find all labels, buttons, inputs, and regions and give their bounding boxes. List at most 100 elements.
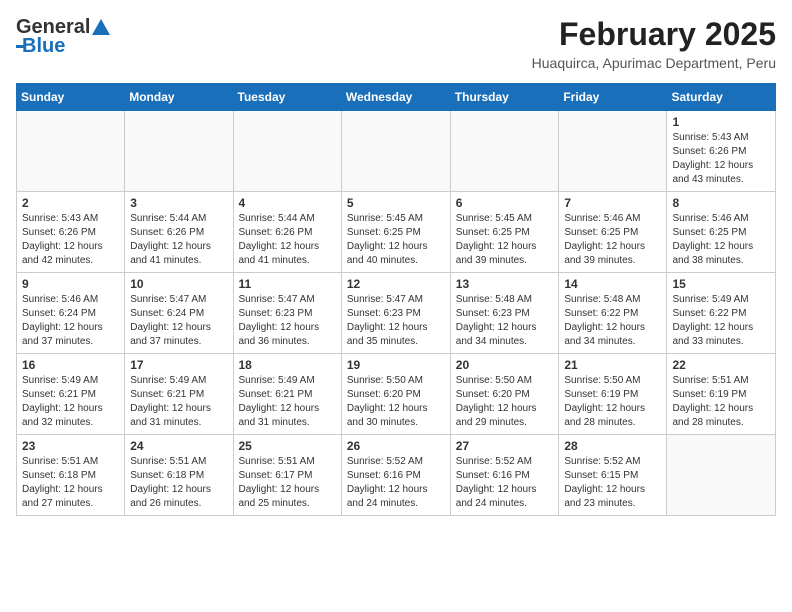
calendar-cell: 28Sunrise: 5:52 AM Sunset: 6:15 PM Dayli… xyxy=(559,435,667,516)
calendar-cell: 15 Sunrise: 5:49 AM Sunset: 6:22 PM Dayli… xyxy=(667,273,776,354)
day-number: 21 xyxy=(564,358,661,372)
calendar-cell: 20 Sunrise: 5:50 AM Sunset: 6:20 PM Dayli… xyxy=(450,354,559,435)
location-subtitle: Huaquirca, Apurimac Department, Peru xyxy=(532,55,776,71)
calendar-cell: 13Sunrise: 5:48 AM Sunset: 6:23 PM Dayli… xyxy=(450,273,559,354)
weekday-header-sunday: Sunday xyxy=(17,84,125,111)
day-info: Sunrise: 5:51 AM Sunset: 6:19 PM Dayligh… xyxy=(672,374,770,430)
calendar-cell: 22 Sunrise: 5:51 AM Sunset: 6:19 PM Dayli… xyxy=(667,354,776,435)
day-info: Sunrise: 5:52 AM Sunset: 6:16 PM Dayligh… xyxy=(347,455,445,511)
day-number: 10 xyxy=(130,277,227,291)
day-number: 5 xyxy=(347,196,445,210)
day-info: Sunrise: 5:48 AM Sunset: 6:22 PM Dayligh… xyxy=(564,293,661,349)
calendar-cell xyxy=(17,111,125,192)
day-info: Sunrise: 5:43 AM Sunset: 6:26 PM Dayligh… xyxy=(672,131,770,187)
day-info: Sunrise: 5:51 AM Sunset: 6:18 PM Dayligh… xyxy=(22,455,119,511)
day-info: Sunrise: 5:50 AM Sunset: 6:19 PM Dayligh… xyxy=(564,374,661,430)
day-number: 18 xyxy=(239,358,336,372)
day-number: 6 xyxy=(456,196,554,210)
weekday-header-wednesday: Wednesday xyxy=(341,84,450,111)
day-number: 7 xyxy=(564,196,661,210)
calendar-cell: 23 Sunrise: 5:51 AM Sunset: 6:18 PM Dayli… xyxy=(17,435,125,516)
day-number: 20 xyxy=(456,358,554,372)
day-number: 26 xyxy=(347,439,445,453)
weekday-header-tuesday: Tuesday xyxy=(233,84,341,111)
calendar-cell: 18 Sunrise: 5:49 AM Sunset: 6:21 PM Dayli… xyxy=(233,354,341,435)
calendar-cell: 7 Sunrise: 5:46 AM Sunset: 6:25 PM Daylig… xyxy=(559,192,667,273)
calendar-cell: 6 Sunrise: 5:45 AM Sunset: 6:25 PM Daylig… xyxy=(450,192,559,273)
calendar-cell: 21 Sunrise: 5:50 AM Sunset: 6:19 PM Dayli… xyxy=(559,354,667,435)
day-number: 9 xyxy=(22,277,119,291)
logo: General Blue xyxy=(16,16,112,58)
calendar-cell: 27Sunrise: 5:52 AM Sunset: 6:16 PM Dayli… xyxy=(450,435,559,516)
day-number: 22 xyxy=(672,358,770,372)
day-number: 12 xyxy=(347,277,445,291)
day-info: Sunrise: 5:51 AM Sunset: 6:18 PM Dayligh… xyxy=(130,455,227,511)
calendar-cell xyxy=(559,111,667,192)
day-info: Sunrise: 5:46 AM Sunset: 6:25 PM Dayligh… xyxy=(672,212,770,268)
day-info: Sunrise: 5:45 AM Sunset: 6:25 PM Dayligh… xyxy=(347,212,445,268)
calendar-cell: 4 Sunrise: 5:44 AM Sunset: 6:26 PM Daylig… xyxy=(233,192,341,273)
calendar-cell: 9 Sunrise: 5:46 AM Sunset: 6:24 PM Daylig… xyxy=(17,273,125,354)
calendar-cell: 11 Sunrise: 5:47 AM Sunset: 6:23 PM Dayli… xyxy=(233,273,341,354)
calendar-cell xyxy=(667,435,776,516)
calendar-cell: 24 Sunrise: 5:51 AM Sunset: 6:18 PM Dayli… xyxy=(125,435,233,516)
title-block: February 2025 Huaquirca, Apurimac Depart… xyxy=(532,16,776,71)
day-info: Sunrise: 5:44 AM Sunset: 6:26 PM Dayligh… xyxy=(239,212,336,268)
day-info: Sunrise: 5:47 AM Sunset: 6:24 PM Dayligh… xyxy=(130,293,227,349)
day-number: 14 xyxy=(564,277,661,291)
calendar-cell: 1 Sunrise: 5:43 AM Sunset: 6:26 PM Daylig… xyxy=(667,111,776,192)
day-number: 15 xyxy=(672,277,770,291)
calendar-cell xyxy=(341,111,450,192)
weekday-header-thursday: Thursday xyxy=(450,84,559,111)
day-info: Sunrise: 5:44 AM Sunset: 6:26 PM Dayligh… xyxy=(130,212,227,268)
calendar-week-5: 23 Sunrise: 5:51 AM Sunset: 6:18 PM Dayli… xyxy=(17,435,776,516)
day-info: Sunrise: 5:50 AM Sunset: 6:20 PM Dayligh… xyxy=(347,374,445,430)
day-number: 2 xyxy=(22,196,119,210)
month-title: February 2025 xyxy=(532,16,776,53)
day-number: 11 xyxy=(239,277,336,291)
day-info: Sunrise: 5:46 AM Sunset: 6:24 PM Dayligh… xyxy=(22,293,119,349)
calendar-cell: 16Sunrise: 5:49 AM Sunset: 6:21 PM Dayli… xyxy=(17,354,125,435)
day-number: 3 xyxy=(130,196,227,210)
day-info: Sunrise: 5:51 AM Sunset: 6:17 PM Dayligh… xyxy=(239,455,336,511)
day-number: 23 xyxy=(22,439,119,453)
calendar-week-2: 2Sunrise: 5:43 AM Sunset: 6:26 PM Daylig… xyxy=(17,192,776,273)
logo-icon xyxy=(90,17,112,39)
calendar-cell xyxy=(450,111,559,192)
day-info: Sunrise: 5:46 AM Sunset: 6:25 PM Dayligh… xyxy=(564,212,661,268)
calendar-week-3: 9 Sunrise: 5:46 AM Sunset: 6:24 PM Daylig… xyxy=(17,273,776,354)
calendar-cell: 17 Sunrise: 5:49 AM Sunset: 6:21 PM Dayli… xyxy=(125,354,233,435)
day-info: Sunrise: 5:47 AM Sunset: 6:23 PM Dayligh… xyxy=(347,293,445,349)
logo-blue: Blue xyxy=(22,35,65,58)
calendar-cell: 8Sunrise: 5:46 AM Sunset: 6:25 PM Daylig… xyxy=(667,192,776,273)
calendar-cell: 14 Sunrise: 5:48 AM Sunset: 6:22 PM Dayli… xyxy=(559,273,667,354)
day-number: 27 xyxy=(456,439,554,453)
day-info: Sunrise: 5:47 AM Sunset: 6:23 PM Dayligh… xyxy=(239,293,336,349)
day-number: 25 xyxy=(239,439,336,453)
calendar-week-4: 16Sunrise: 5:49 AM Sunset: 6:21 PM Dayli… xyxy=(17,354,776,435)
calendar-cell: 12 Sunrise: 5:47 AM Sunset: 6:23 PM Dayli… xyxy=(341,273,450,354)
weekday-header-monday: Monday xyxy=(125,84,233,111)
calendar-cell: 10 Sunrise: 5:47 AM Sunset: 6:24 PM Dayli… xyxy=(125,273,233,354)
calendar-cell xyxy=(125,111,233,192)
calendar-cell: 26 Sunrise: 5:52 AM Sunset: 6:16 PM Dayli… xyxy=(341,435,450,516)
day-info: Sunrise: 5:49 AM Sunset: 6:22 PM Dayligh… xyxy=(672,293,770,349)
calendar-cell: 5 Sunrise: 5:45 AM Sunset: 6:25 PM Daylig… xyxy=(341,192,450,273)
page-header: General Blue February 2025 Huaquirca, Ap… xyxy=(16,16,776,71)
day-info: Sunrise: 5:45 AM Sunset: 6:25 PM Dayligh… xyxy=(456,212,554,268)
calendar-week-1: 1 Sunrise: 5:43 AM Sunset: 6:26 PM Daylig… xyxy=(17,111,776,192)
calendar-cell: 3 Sunrise: 5:44 AM Sunset: 6:26 PM Daylig… xyxy=(125,192,233,273)
day-number: 1 xyxy=(672,115,770,129)
day-number: 19 xyxy=(347,358,445,372)
day-info: Sunrise: 5:50 AM Sunset: 6:20 PM Dayligh… xyxy=(456,374,554,430)
day-info: Sunrise: 5:49 AM Sunset: 6:21 PM Dayligh… xyxy=(22,374,119,430)
day-info: Sunrise: 5:49 AM Sunset: 6:21 PM Dayligh… xyxy=(130,374,227,430)
weekday-header-saturday: Saturday xyxy=(667,84,776,111)
calendar-table: SundayMondayTuesdayWednesdayThursdayFrid… xyxy=(16,83,776,516)
day-number: 17 xyxy=(130,358,227,372)
day-info: Sunrise: 5:49 AM Sunset: 6:21 PM Dayligh… xyxy=(239,374,336,430)
day-number: 24 xyxy=(130,439,227,453)
day-number: 4 xyxy=(239,196,336,210)
day-number: 28 xyxy=(564,439,661,453)
calendar-cell: 2Sunrise: 5:43 AM Sunset: 6:26 PM Daylig… xyxy=(17,192,125,273)
